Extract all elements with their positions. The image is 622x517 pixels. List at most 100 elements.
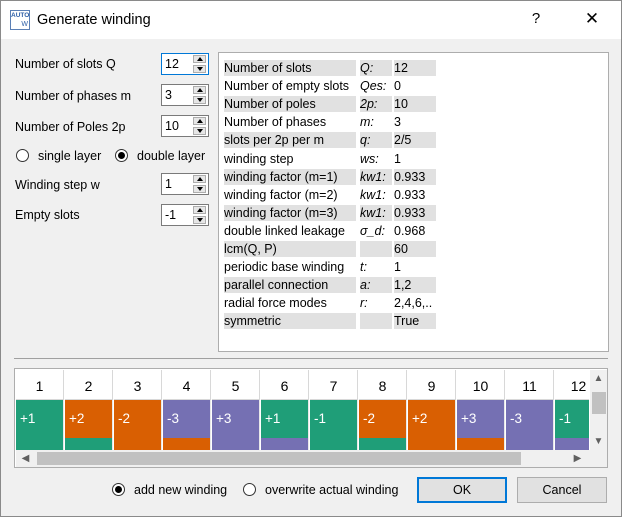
slot-top-coil[interactable]: -1 [310,400,358,438]
info-name: winding factor (m=1) [224,168,356,185]
slot-bottom-coil[interactable] [457,438,505,450]
info-value: 1 [394,151,401,166]
slot-bottom-coil[interactable] [310,438,358,450]
slot-bottom-coil[interactable] [408,438,456,450]
slot-top-coil[interactable]: +1 [16,400,64,438]
slot-top-coil[interactable]: +3 [212,400,260,438]
info-value: True [394,313,436,330]
overwrite-winding-label[interactable]: overwrite actual winding [265,483,398,497]
vertical-scroll-thumb[interactable] [592,392,606,414]
info-symbol: kw1: [360,168,392,185]
step-up-arrow-icon[interactable] [193,175,206,183]
slot-number: 2 [65,370,113,400]
slots-down-arrow-icon[interactable] [193,65,206,73]
step-label: Winding step w [15,178,100,192]
slots-spinbox[interactable]: 12 [161,53,209,75]
single-layer-label[interactable]: single layer [38,149,101,163]
slot-top-coil[interactable]: +2 [408,400,456,438]
step-down-arrow-icon[interactable] [193,185,206,193]
single-layer-radio[interactable] [16,149,29,162]
overwrite-winding-radio[interactable] [243,483,256,496]
slot-bottom-coil[interactable] [163,438,211,450]
app-icon-subtext: W [21,21,28,28]
info-value: 10 [394,96,436,113]
poles-up-arrow-icon[interactable] [193,117,206,125]
vertical-scrollbar[interactable]: ▲ ▼ [590,370,607,450]
slot-bottom-coil[interactable] [261,438,309,450]
slot-number: 12 [555,370,589,400]
info-name: winding factor (m=2) [224,187,338,202]
slot-top-coil[interactable]: +1 [261,400,309,438]
info-symbol: Q: [360,60,392,76]
empty-down-arrow-icon[interactable] [193,216,206,224]
slot-bottom-coil[interactable] [212,438,260,450]
slot-bottom-coil[interactable] [65,438,113,450]
info-symbol: q: [360,132,392,149]
empty-slots-value[interactable]: -1 [165,208,176,222]
slot-number: 10 [457,370,505,400]
info-symbol: ws: [360,151,379,166]
info-symbol: σ_d: [360,223,385,238]
ok-button[interactable]: OK [417,477,507,503]
slot-number: 3 [114,370,162,400]
phases-up-arrow-icon[interactable] [193,86,206,94]
slot-bottom-coil[interactable] [555,438,589,450]
slots-up-arrow-icon[interactable] [193,55,206,63]
scroll-right-icon[interactable]: ▶ [569,450,586,467]
info-symbol: 2p: [360,96,392,113]
info-name: parallel connection [224,277,356,294]
step-value[interactable]: 1 [165,177,172,191]
double-layer-label[interactable]: double layer [137,149,205,163]
add-new-winding-label[interactable]: add new winding [134,483,227,497]
phases-spinbox[interactable]: 3 [161,84,209,106]
scroll-up-icon[interactable]: ▲ [590,370,607,387]
slot-number: 11 [506,370,554,400]
phases-down-arrow-icon[interactable] [193,96,206,104]
slot-bottom-coil[interactable] [506,438,554,450]
poles-value[interactable]: 10 [165,119,179,133]
info-name: double linked leakage [224,223,345,238]
poles-down-arrow-icon[interactable] [193,127,206,135]
info-value: 0 [394,79,401,94]
double-layer-radio[interactable] [115,149,128,162]
slot-grid: 1 +1 2 +2 3 -2 4 -3 5 +3 6 +1 7 -1 8 -2 9 +2 10 +3 11 -3 12 -1 … [14,368,608,468]
add-new-winding-radio[interactable] [112,483,125,496]
poles-spinbox[interactable]: 10 [161,115,209,137]
info-value: 2/5 [394,132,436,149]
empty-slots-label: Empty slots [15,208,80,222]
scroll-down-icon[interactable]: ▼ [590,433,607,450]
scrollbar-corner [590,450,607,467]
info-value: 0.933 [394,187,426,202]
scroll-left-icon[interactable]: ◀ [17,450,34,467]
info-symbol: m: [360,115,374,130]
horizontal-scroll-thumb[interactable] [37,452,521,465]
slot-top-coil[interactable]: -2 [359,400,407,438]
info-name: symmetric [224,313,356,330]
slot-top-coil[interactable]: +2 [65,400,113,438]
slot-top-coil[interactable]: -2 [114,400,162,438]
info-symbol: kw1: [360,204,392,221]
slot-bottom-coil[interactable] [114,438,162,450]
info-symbol [360,241,392,257]
slot-bottom-coil[interactable] [16,438,64,450]
info-name: winding step [224,151,294,166]
empty-slots-spinbox[interactable]: -1 [161,204,209,226]
info-name: Number of poles [224,96,356,113]
slot-bottom-coil[interactable] [359,438,407,450]
help-icon[interactable]: ? [527,10,545,30]
close-icon[interactable]: ✕ [581,9,603,31]
slot-top-coil[interactable]: -3 [506,400,554,438]
info-name: radial force modes [224,296,327,311]
slots-value[interactable]: 12 [165,57,179,71]
slot-number: 9 [408,370,456,400]
slot-top-coil[interactable]: -1 [555,400,589,438]
info-name: Number of phases [224,115,327,130]
phases-value[interactable]: 3 [165,88,172,102]
slot-top-coil[interactable]: -3 [163,400,211,438]
horizontal-scrollbar[interactable]: ◀ ▶ [16,450,590,467]
empty-up-arrow-icon[interactable] [193,206,206,214]
cancel-button[interactable]: Cancel [517,477,607,503]
slot-top-coil[interactable]: +3 [457,400,505,438]
info-value: 0.933 [394,204,436,221]
step-spinbox[interactable]: 1 [161,173,209,195]
